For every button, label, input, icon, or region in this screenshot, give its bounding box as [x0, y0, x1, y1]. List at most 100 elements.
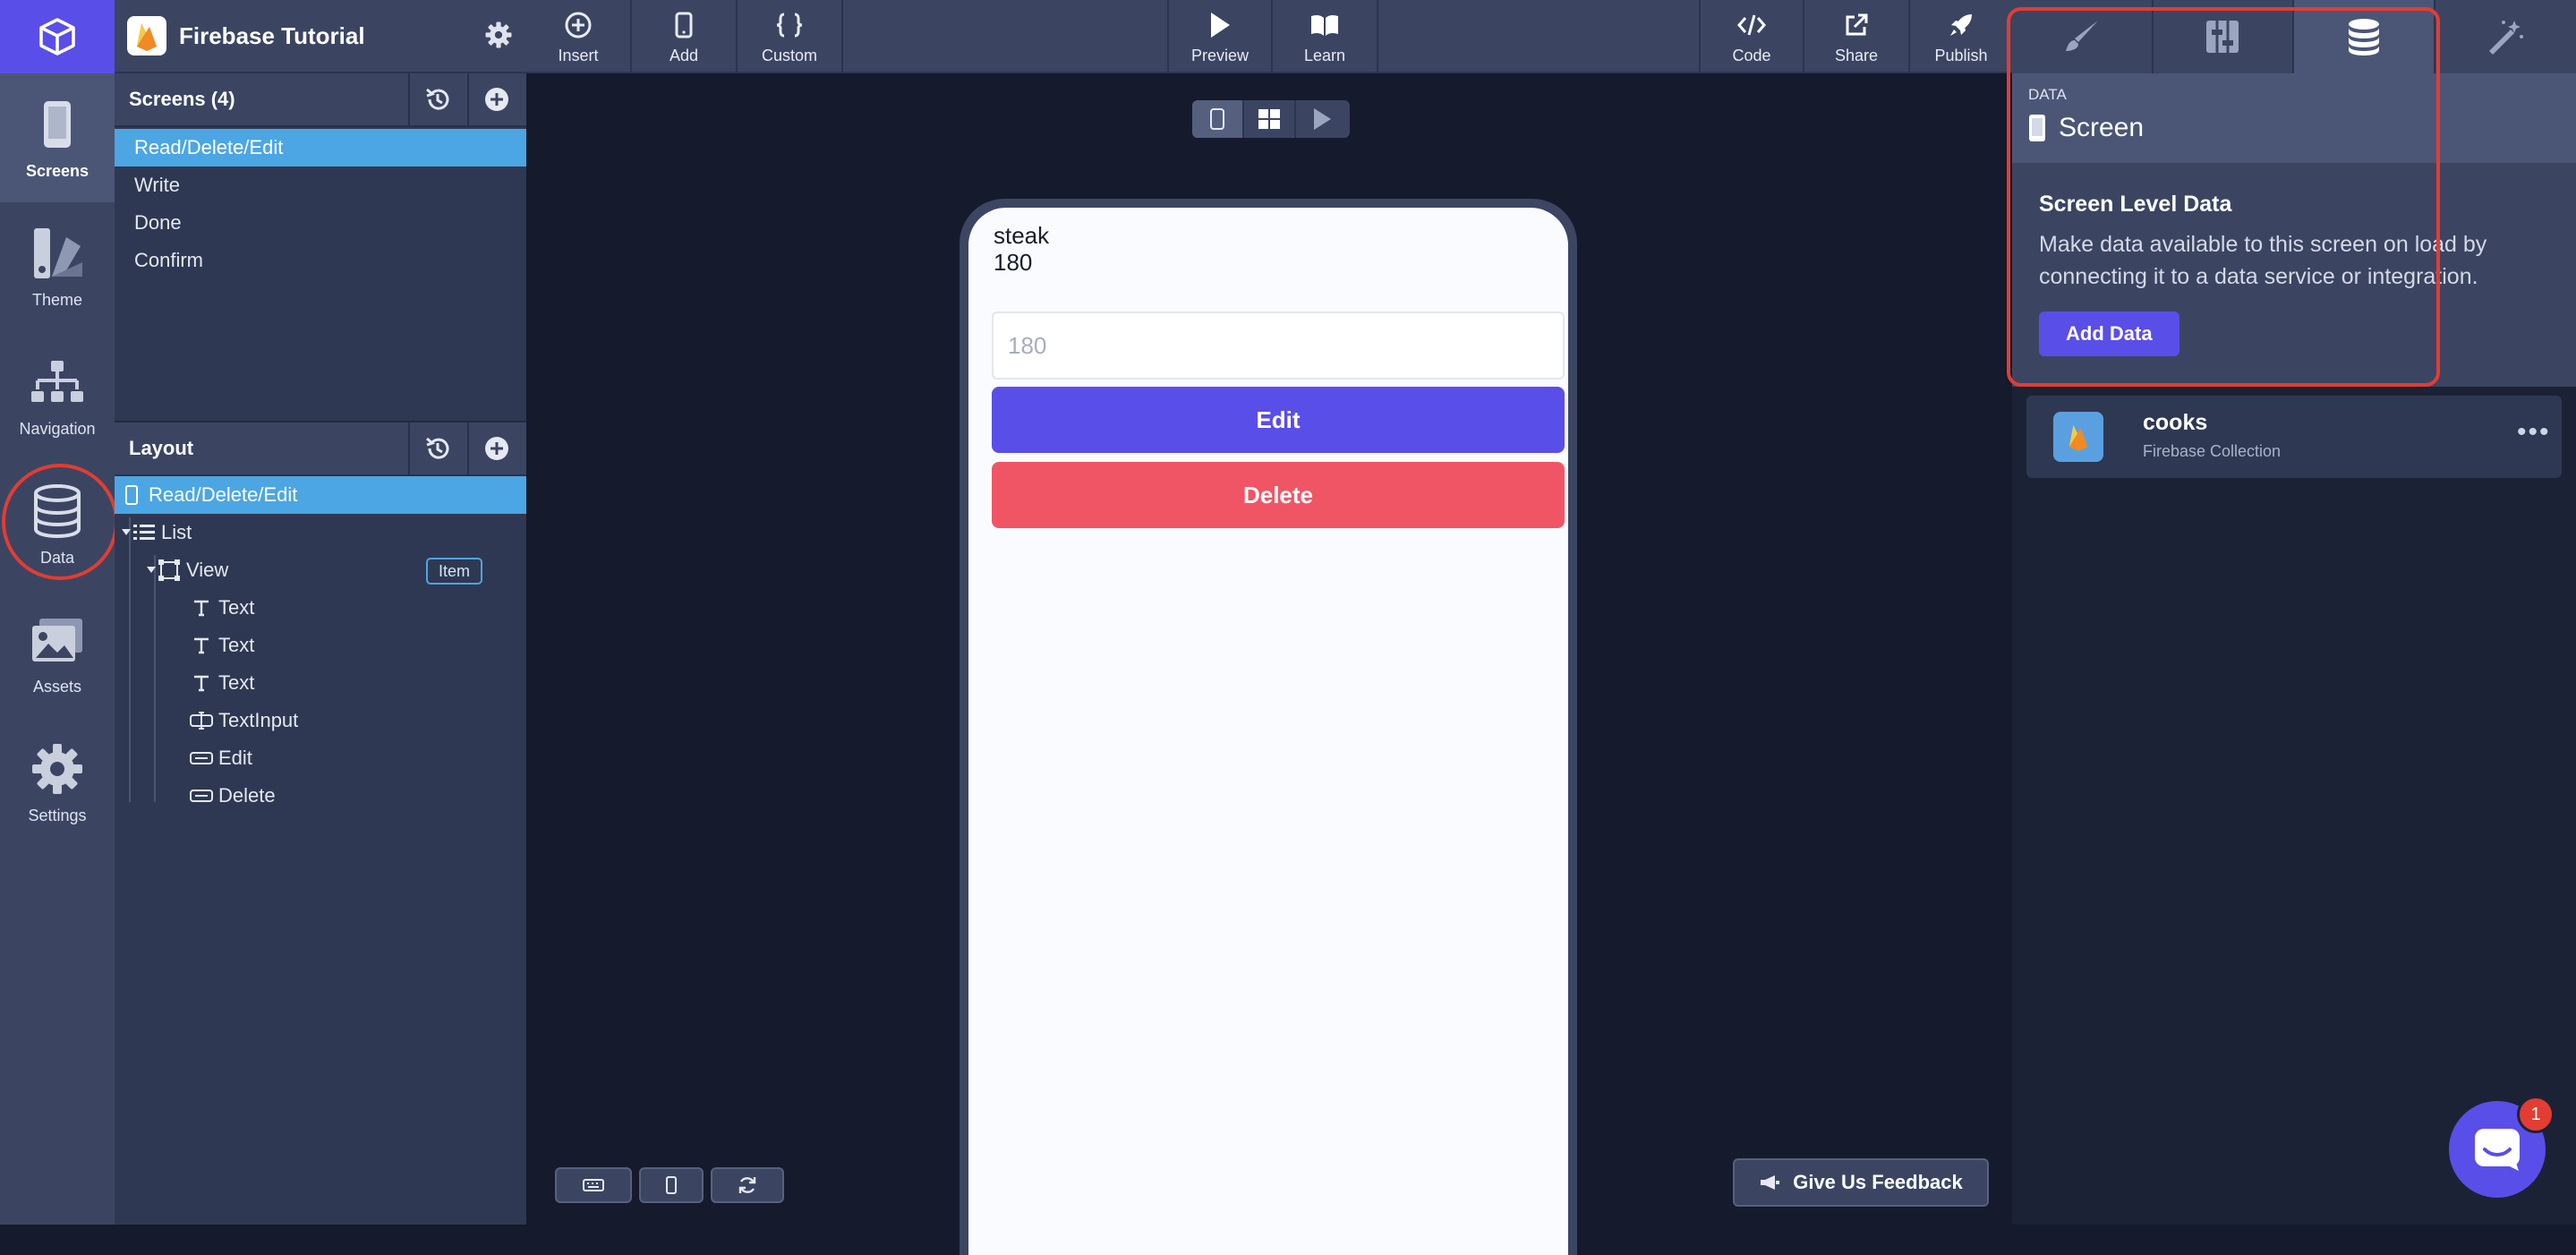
code-button[interactable]: Code: [1699, 0, 1804, 73]
tree-row-label: Delete: [218, 784, 276, 807]
custom-button[interactable]: Custom: [738, 0, 843, 73]
rail-item-screens[interactable]: Screens: [0, 73, 115, 202]
insert-button[interactable]: Insert: [526, 0, 632, 73]
rail-label: Assets: [33, 678, 81, 696]
tree-row[interactable]: Text: [115, 664, 526, 702]
code-label: Code: [1732, 47, 1770, 65]
rocket-icon: [1948, 9, 1975, 41]
tree-row[interactable]: TextInput: [115, 702, 526, 739]
add-data-button[interactable]: Add Data: [2039, 312, 2179, 356]
tree-row[interactable]: View Item: [115, 551, 526, 589]
database-icon: [29, 482, 86, 540]
insert-label: Insert: [558, 47, 598, 65]
book-icon: [1309, 9, 1340, 41]
text-icon: [190, 596, 213, 619]
firebase-logo-icon: [127, 16, 166, 55]
screen-item-label: Confirm: [134, 249, 203, 272]
phone-screen: steak 180 Edit Delete: [968, 208, 1568, 1255]
value-text-input[interactable]: [992, 312, 1565, 380]
layout-history-button[interactable]: [408, 423, 465, 474]
canvas-area: steak 180 Edit Delete Give Us Feedback: [526, 73, 2012, 1225]
tree-row-label: Read/Delete/Edit: [149, 483, 297, 507]
data-collection-item[interactable]: cooks Firebase Collection •••: [2026, 396, 2562, 478]
rail-item-assets[interactable]: Assets: [0, 589, 115, 718]
publish-button[interactable]: Publish: [1910, 0, 2012, 73]
tab-data[interactable]: [2294, 0, 2435, 73]
phone-icon: [666, 1176, 677, 1194]
magic-wand-icon: [2486, 19, 2525, 55]
rail-item-theme[interactable]: Theme: [0, 202, 115, 331]
data-title-text: Screen: [2059, 113, 2144, 143]
screen-item[interactable]: Done: [115, 204, 526, 242]
rail-label: Data: [40, 549, 74, 568]
keyboard-icon: [583, 1179, 604, 1191]
device-frame-button[interactable]: [639, 1167, 704, 1203]
keyboard-toggle-button[interactable]: [555, 1167, 632, 1203]
rail-item-navigation[interactable]: Navigation: [0, 331, 115, 460]
braces-icon: [775, 9, 804, 41]
add-component-button[interactable]: [467, 423, 525, 474]
item-badge[interactable]: Item: [426, 558, 482, 585]
screen-level-data-card: Screen Level Data Make data available to…: [2012, 163, 2576, 387]
screen-item[interactable]: Confirm: [115, 242, 526, 279]
tree-row[interactable]: Text: [115, 627, 526, 664]
tree-row-label: Text: [218, 596, 254, 619]
phone-frame: steak 180 Edit Delete: [960, 199, 1577, 1255]
tree-row[interactable]: Text: [115, 589, 526, 627]
layout-panel: Layout Read/Delete/Edit List View Item T…: [115, 421, 526, 1225]
screen-item[interactable]: Read/Delete/Edit: [115, 129, 526, 166]
tab-layout[interactable]: [2154, 0, 2295, 73]
text-input-icon: [190, 709, 213, 732]
theme-icon: [29, 225, 86, 282]
tab-style[interactable]: [2012, 0, 2154, 73]
tree-row-label: TextInput: [218, 709, 298, 732]
rail-item-settings[interactable]: Settings: [0, 718, 115, 847]
code-icon: [1736, 9, 1767, 41]
refresh-button[interactable]: [711, 1167, 784, 1203]
tree-row[interactable]: List: [115, 514, 526, 551]
more-options-icon[interactable]: •••: [2517, 417, 2551, 448]
share-button[interactable]: Share: [1804, 0, 1910, 73]
screen-item-label: Read/Delete/Edit: [134, 136, 283, 159]
delete-button[interactable]: Delete: [992, 462, 1565, 528]
add-button[interactable]: Add: [632, 0, 738, 73]
history-icon: [424, 435, 451, 462]
phone-icon: [1210, 108, 1224, 130]
rail-item-data[interactable]: Data: [0, 460, 115, 589]
custom-label: Custom: [762, 47, 817, 65]
preview-button[interactable]: Preview: [1167, 0, 1273, 73]
layout-header: Layout: [115, 423, 526, 476]
screens-history-button[interactable]: [408, 73, 465, 125]
tab-interactions[interactable]: [2435, 0, 2576, 73]
item-value-text: 180: [994, 249, 1032, 277]
firebase-icon: [2053, 412, 2103, 462]
device-play-button[interactable]: [1296, 100, 1348, 138]
button-component-icon: [190, 784, 213, 807]
tree-row[interactable]: Delete: [115, 777, 526, 815]
screens-header: Screens (4): [115, 73, 526, 127]
preview-label: Preview: [1191, 47, 1249, 65]
layout-sliders-icon: [2205, 19, 2240, 55]
app-logo[interactable]: [0, 0, 115, 73]
give-feedback-button[interactable]: Give Us Feedback: [1733, 1158, 1989, 1207]
tree-row[interactable]: Edit: [115, 739, 526, 777]
phone-small-icon: [120, 483, 143, 507]
screen-item-label: Write: [134, 174, 180, 197]
screen-item[interactable]: Write: [115, 166, 526, 204]
data-section-label: DATA: [2028, 86, 2067, 104]
add-screen-button[interactable]: [467, 73, 525, 125]
device-grid-button[interactable]: [1244, 100, 1296, 138]
tree-row[interactable]: Read/Delete/Edit: [115, 476, 526, 514]
learn-button[interactable]: Learn: [1273, 0, 1378, 73]
list-icon: [132, 521, 156, 544]
add-label: Add: [670, 47, 698, 65]
plus-circle-icon: [565, 9, 592, 41]
phone-outline-icon: [675, 9, 693, 41]
project-title: Firebase Tutorial: [179, 22, 485, 50]
view-frame-icon: [158, 559, 181, 582]
top-toolbar: Insert Add Custom Preview Learn Code Sha…: [526, 0, 2012, 73]
project-settings-gear-icon[interactable]: [485, 21, 514, 50]
device-phone-button[interactable]: [1192, 100, 1244, 138]
edit-button[interactable]: Edit: [992, 387, 1565, 453]
plus-circle-icon: [483, 86, 510, 113]
